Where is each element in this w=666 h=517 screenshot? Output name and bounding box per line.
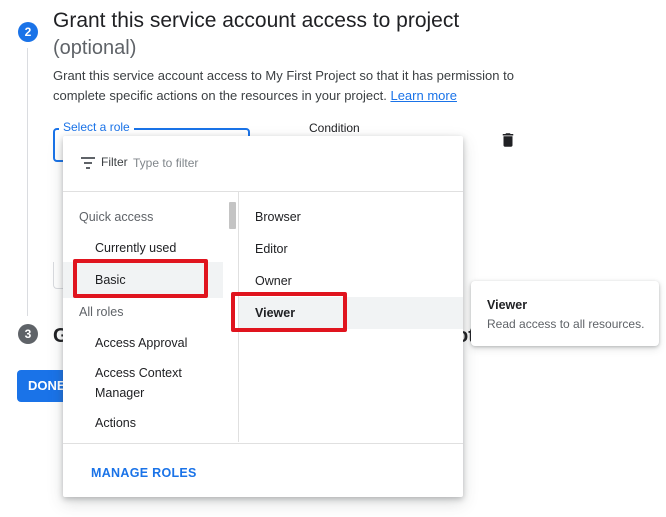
manage-roles-row: MANAGE ROLES [63,443,463,498]
trash-icon[interactable] [499,131,517,149]
role-category-list: Quick access Currently used Basic All ro… [63,192,238,442]
category-access-context-manager[interactable]: Access Context Manager [95,363,205,403]
role-description-tooltip: Viewer Read access to all resources. [471,281,659,346]
viewer-annotation-box [231,292,347,332]
all-roles-heading: All roles [79,305,124,319]
step-2-optional-label: (optional) [53,37,137,59]
category-access-approval[interactable]: Access Approval [95,333,187,353]
category-scrollbar[interactable] [229,202,236,229]
step-2-title: Grant this service account access to pro… [53,9,460,32]
step-2-description: Grant this service account access to My … [53,66,533,106]
tooltip-description: Read access to all resources. [487,317,645,331]
category-actions[interactable]: Actions [95,413,136,433]
category-currently-used[interactable]: Currently used [95,238,176,258]
role-browser[interactable]: Browser [255,210,301,224]
basic-annotation-box [73,259,208,298]
learn-more-link[interactable]: Learn more [390,88,456,103]
filter-row: Filter [63,136,463,192]
done-button[interactable]: DONE [17,370,66,402]
role-editor[interactable]: Editor [255,242,288,256]
quick-access-heading: Quick access [79,210,154,224]
filter-label: Filter [101,155,128,169]
condition-label: Condition [309,121,360,135]
step-2-indicator: 2 [18,22,38,42]
role-select-label: Select a role [59,119,134,135]
step-connector-line [27,48,28,316]
tooltip-title: Viewer [487,298,528,312]
filter-input[interactable] [133,152,283,174]
filter-icon [81,157,95,169]
step-3-indicator: 3 [18,324,38,344]
manage-roles-button[interactable]: MANAGE ROLES [91,466,197,480]
role-owner[interactable]: Owner [255,274,292,288]
